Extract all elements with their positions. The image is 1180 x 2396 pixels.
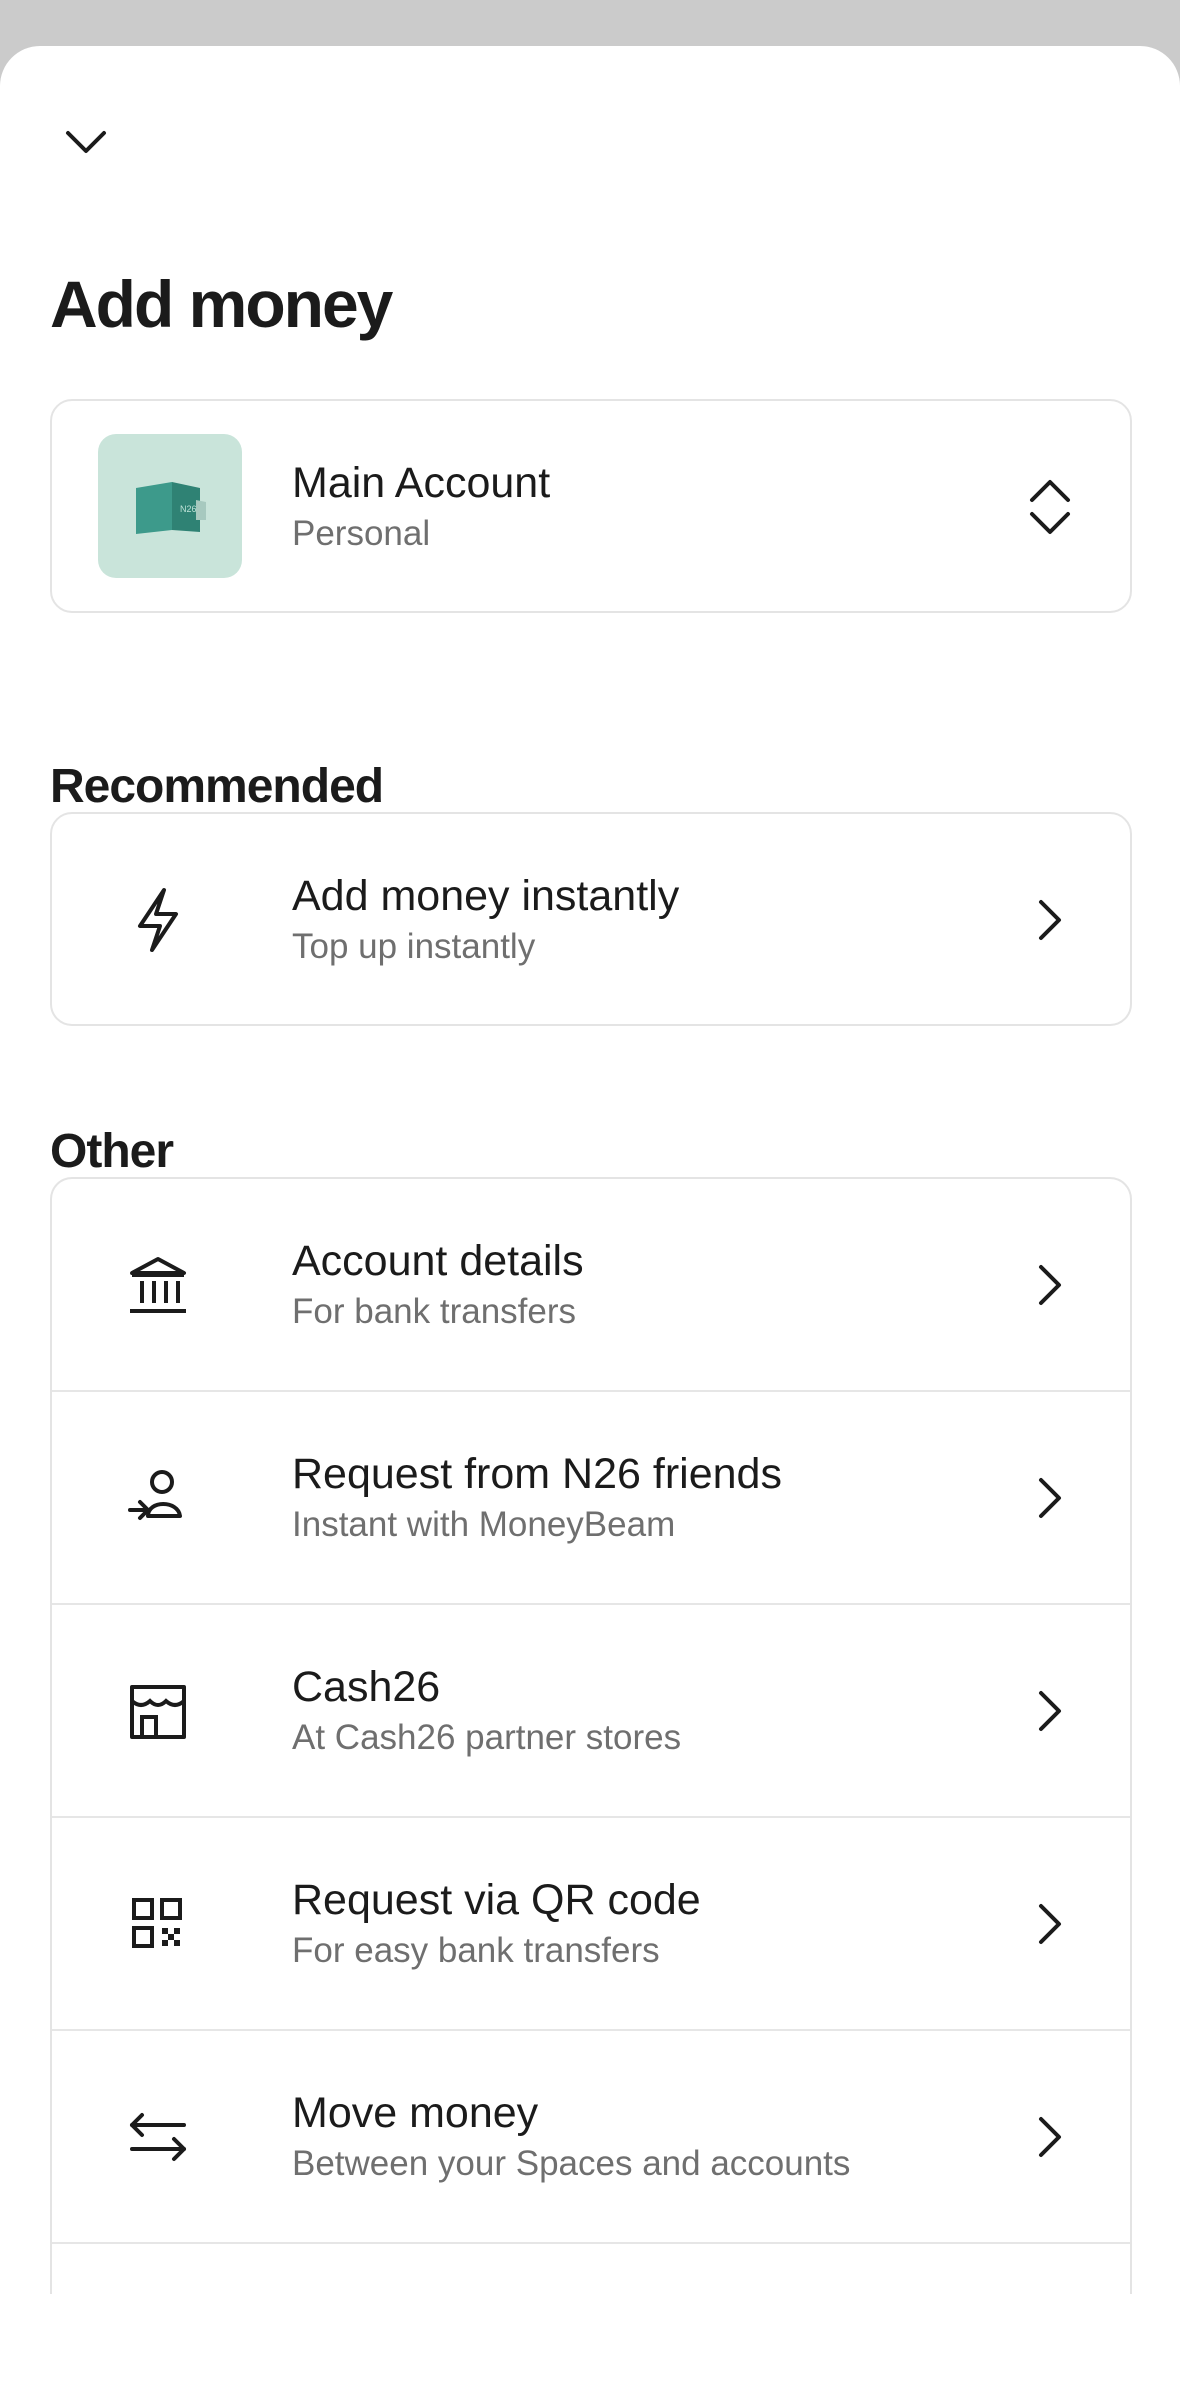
- chevron-right-icon: [1039, 1690, 1061, 1731]
- account-name: Main Account: [292, 459, 551, 507]
- account-details-item[interactable]: Account details For bank transfers: [52, 1179, 1130, 1392]
- account-row[interactable]: N26 Main Account Personal: [52, 401, 1130, 611]
- request-qr-code-item[interactable]: Request via QR code For easy bank transf…: [52, 1818, 1130, 2031]
- add-money-instantly-item[interactable]: Add money instantly Top up instantly: [52, 814, 1130, 1024]
- chevron-right-icon: [1039, 1477, 1061, 1518]
- item-title: Account details: [292, 1236, 584, 1285]
- other-heading: Other: [50, 1125, 174, 1178]
- transfer-arrows-icon: [130, 2112, 186, 2161]
- lightning-icon: [138, 888, 178, 952]
- item-title: Move money: [292, 2088, 539, 2137]
- item-subtitle: Between your Spaces and accounts: [292, 2143, 851, 2183]
- cash26-item[interactable]: Cash26 At Cash26 partner stores: [52, 1605, 1130, 1818]
- chevron-right-icon: [1039, 900, 1061, 940]
- account-selector[interactable]: N26 Main Account Personal: [50, 399, 1132, 613]
- item-title: Cash26: [292, 1662, 441, 1711]
- chevron-right-icon: [1039, 1264, 1061, 1305]
- item-subtitle: Top up instantly: [292, 927, 536, 966]
- account-thumbnail: N26: [98, 434, 242, 578]
- item-subtitle: For easy bank transfers: [292, 1930, 660, 1970]
- collapse-button[interactable]: [50, 106, 122, 178]
- qr-code-icon: [132, 1897, 182, 1948]
- page-title: Add money: [50, 267, 393, 341]
- wallet-icon: N26: [136, 482, 206, 534]
- request-from-friends-item[interactable]: Request from N26 friends Instant with Mo…: [52, 1392, 1130, 1605]
- item-subtitle: At Cash26 partner stores: [292, 1717, 682, 1757]
- item-title: Request via QR code: [292, 1875, 701, 1924]
- wallet-label: N26: [180, 504, 197, 514]
- item-subtitle: Instant with MoneyBeam: [292, 1504, 676, 1544]
- bottom-sheet: Add money N26 Main Account Personal Reco…: [0, 46, 1180, 2396]
- move-money-item[interactable]: Move money Between your Spaces and accou…: [52, 2031, 1130, 2244]
- item-subtitle: For bank transfers: [292, 1291, 576, 1331]
- account-selector-toggle[interactable]: [1020, 477, 1080, 537]
- chevron-right-icon: [1039, 2116, 1061, 2157]
- item-title: Add money instantly: [292, 872, 680, 920]
- item-title: Request from N26 friends: [292, 1449, 782, 1498]
- recommended-list: Add money instantly Top up instantly: [50, 812, 1132, 1026]
- store-icon: [130, 1684, 186, 1739]
- other-list: Account details For bank transfers Reque: [50, 1177, 1132, 2294]
- chevron-right-icon: [1039, 1903, 1061, 1944]
- account-type: Personal: [292, 514, 431, 553]
- bank-icon: [130, 1256, 186, 1313]
- recommended-heading: Recommended: [50, 760, 384, 813]
- person-receive-icon: [128, 1469, 182, 1520]
- chevron-up-down-icon: [1030, 480, 1070, 534]
- chevron-down-icon: [66, 131, 106, 153]
